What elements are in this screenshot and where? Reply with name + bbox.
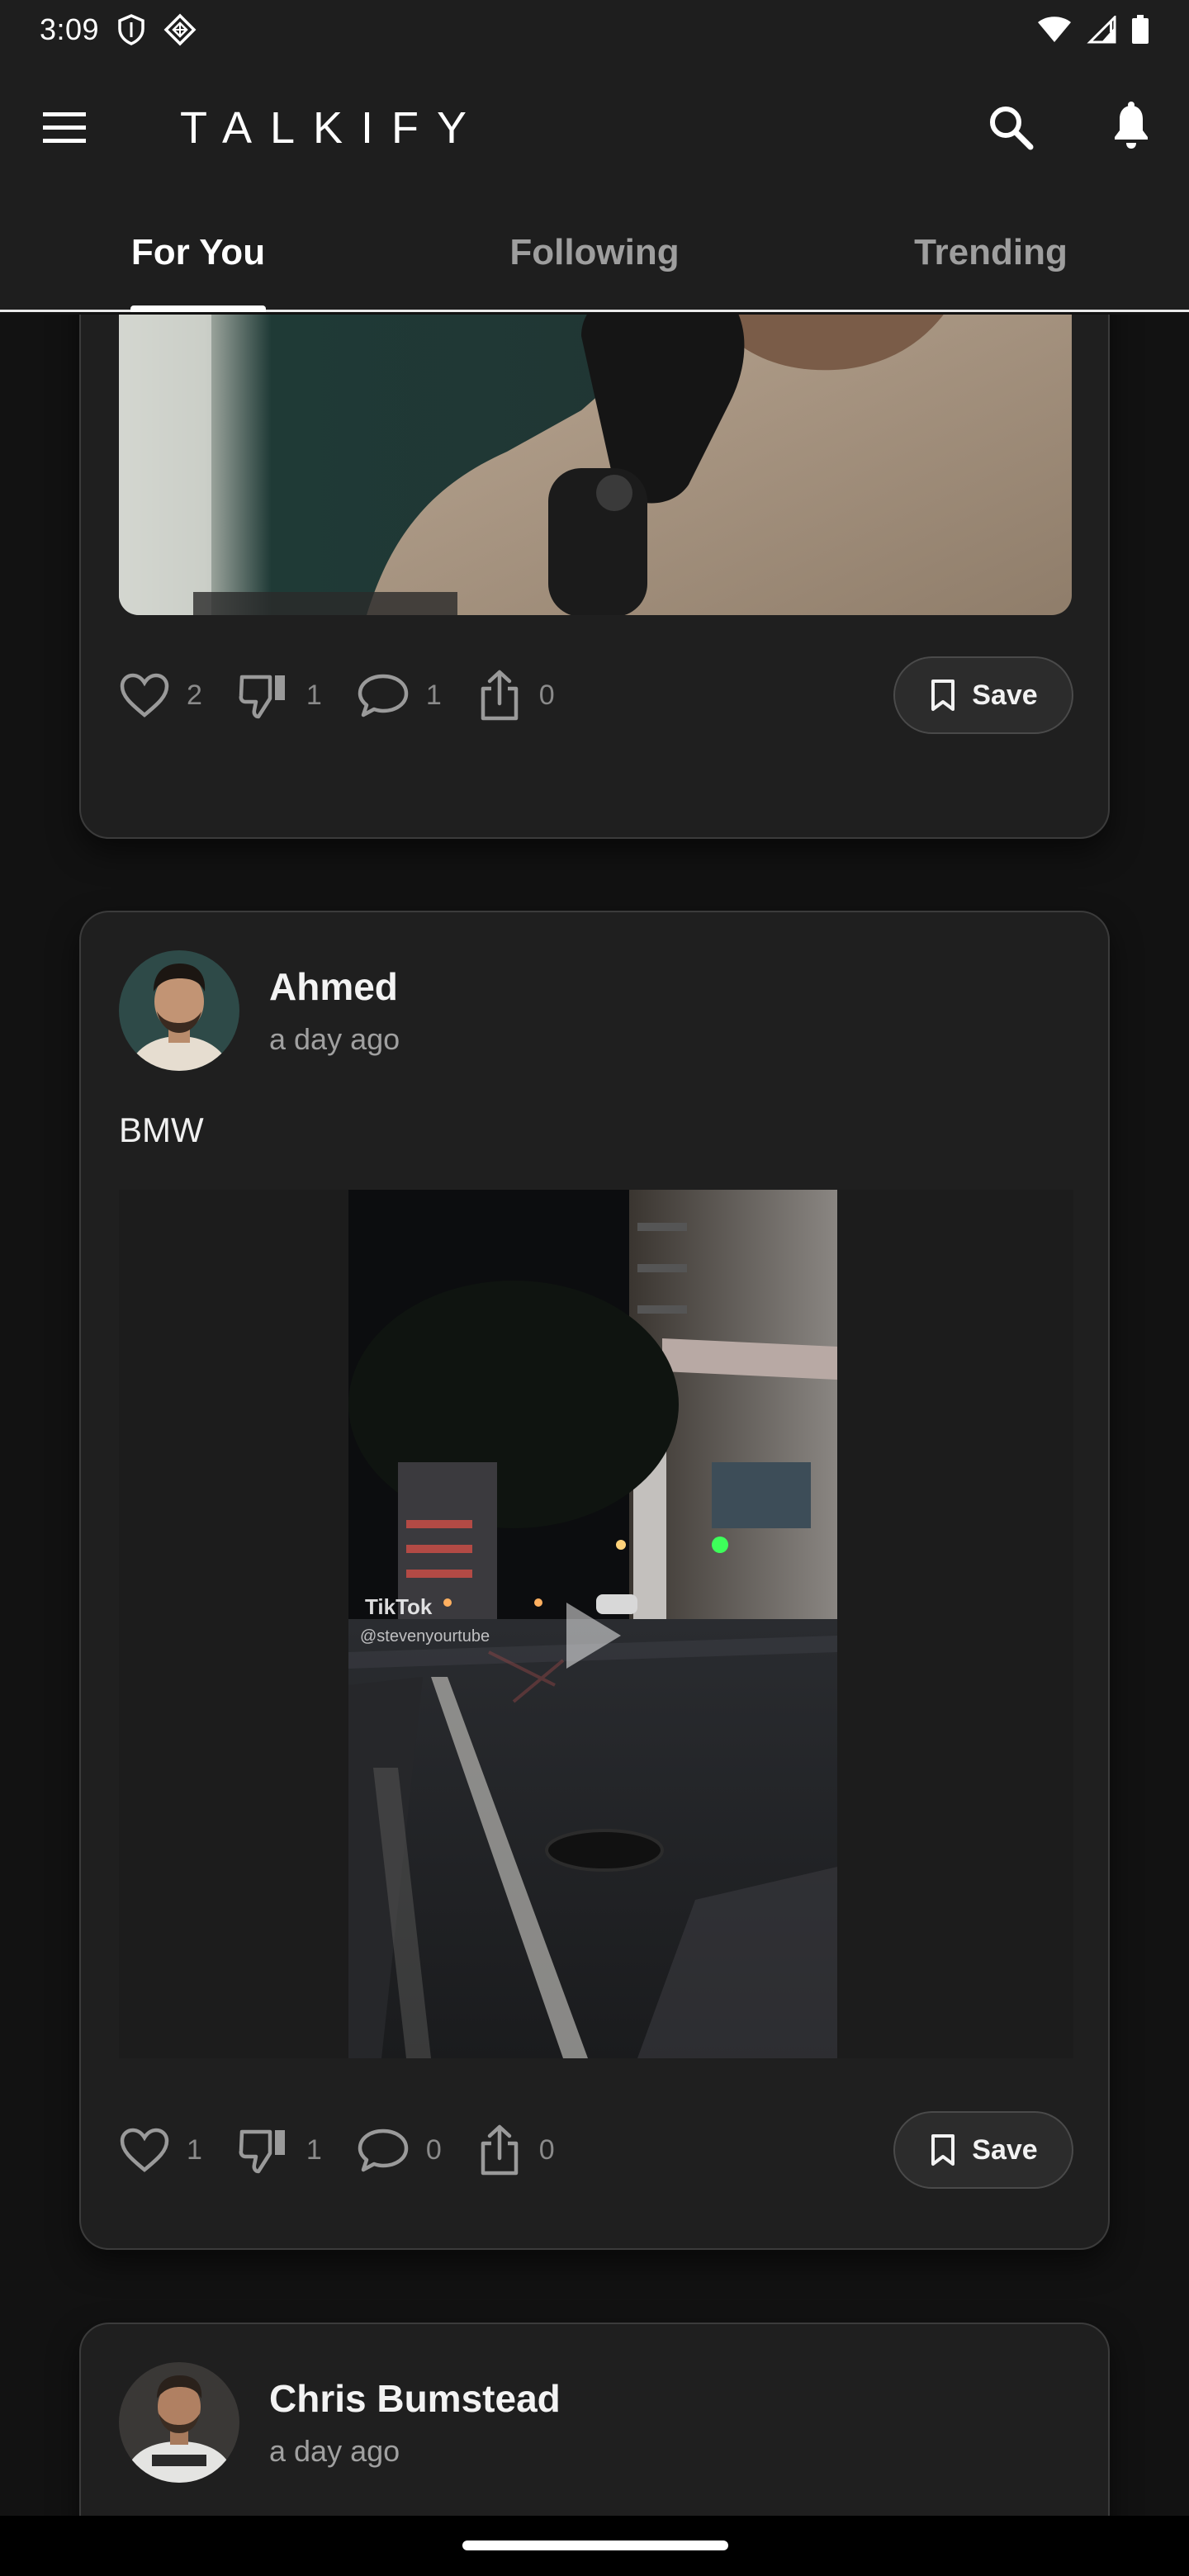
feed-tabs: For You Following Trending: [0, 195, 1189, 312]
share-icon: [481, 2124, 519, 2176]
like-button[interactable]: 1: [119, 2127, 202, 2173]
save-label: Save: [972, 2133, 1038, 2166]
play-icon: [566, 1603, 621, 1669]
home-gesture-handle[interactable]: [462, 2540, 728, 2550]
save-button[interactable]: Save: [893, 656, 1073, 734]
like-count: 1: [187, 2133, 202, 2166]
post-actions: 1 1 0 0 Save: [119, 2111, 1073, 2189]
wifi-icon: [1037, 16, 1072, 44]
tab-active-indicator: [130, 305, 266, 312]
tab-following[interactable]: Following: [396, 195, 793, 310]
post-text: BMW: [119, 1110, 204, 1149]
battery-icon: [1131, 15, 1149, 45]
app-title: TALKIFY: [180, 103, 486, 153]
comment-count: 0: [425, 2133, 442, 2166]
share-button[interactable]: 0: [476, 669, 555, 722]
post-card: 2 1 1 0 Save: [79, 315, 1110, 839]
avatar-image: [119, 950, 239, 1071]
shield-icon: [117, 14, 145, 45]
tab-trending-label: Trending: [914, 231, 1068, 272]
share-button[interactable]: 0: [476, 2124, 555, 2176]
play-button[interactable]: [555, 1594, 629, 1677]
like-button[interactable]: 2: [119, 672, 202, 718]
save-button[interactable]: Save: [893, 2111, 1073, 2189]
save-label: Save: [972, 679, 1038, 711]
status-left: 3:09: [40, 12, 197, 47]
post-card: Chris Bumstead a day ago: [79, 2323, 1110, 2516]
post-card: Ahmed a day ago BMW TikTok @stevenyourtu…: [79, 911, 1110, 2250]
tab-trending[interactable]: Trending: [793, 195, 1189, 310]
search-button[interactable]: [981, 97, 1040, 157]
post-time: a day ago: [269, 2434, 400, 2468]
like-count: 2: [187, 679, 202, 711]
avatar[interactable]: [119, 2362, 239, 2483]
dislike-count: 1: [306, 2133, 322, 2166]
signal-icon: [1087, 16, 1116, 44]
status-bar: 3:09: [0, 0, 1189, 59]
feed[interactable]: 2 1 1 0 Save Ahmed a day ago BMW TikTok …: [0, 315, 1189, 2516]
tab-following-label: Following: [509, 231, 680, 272]
comment-button[interactable]: 0: [357, 2126, 442, 2174]
status-time: 3:09: [40, 12, 100, 46]
share-count: 0: [538, 679, 555, 711]
menu-button[interactable]: [40, 107, 92, 149]
comment-count: 1: [425, 679, 442, 711]
thumbs-down-icon: [239, 2129, 285, 2174]
diamond-grid-icon: [163, 13, 197, 46]
post-video-container: TikTok @stevenyourtube: [119, 1190, 1073, 2058]
post-header: Chris Bumstead a day ago: [119, 2362, 561, 2483]
status-right: [1037, 15, 1149, 45]
comment-button[interactable]: 1: [357, 671, 442, 719]
post-header: Ahmed a day ago: [119, 950, 400, 1071]
bell-icon: [1115, 102, 1148, 149]
tiktok-handle: @stevenyourtube: [360, 1627, 490, 1646]
dislike-count: 1: [306, 679, 322, 711]
bookmark-icon: [931, 2134, 955, 2166]
dislike-button[interactable]: 1: [237, 670, 322, 720]
comment-icon: [358, 674, 409, 717]
app-bar: TALKIFY: [0, 59, 1189, 195]
search-icon: [990, 107, 1034, 150]
author-info: Ahmed a day ago: [269, 964, 400, 1057]
thumbs-down-icon: [239, 675, 285, 719]
author-name[interactable]: Ahmed: [269, 964, 400, 1009]
bookmark-icon: [931, 680, 955, 711]
post-time: a day ago: [269, 1022, 400, 1056]
author-name[interactable]: Chris Bumstead: [269, 2376, 561, 2421]
tiktok-watermark: TikTok: [365, 1594, 433, 1619]
avatar[interactable]: [119, 950, 239, 1071]
tab-for-you-label: For You: [130, 231, 266, 272]
avatar-image: [119, 2362, 239, 2483]
system-navigation-bar: [0, 2516, 1189, 2576]
menu-icon: [43, 112, 86, 143]
app-root: 3:09 TALKIFY For You Following Trending …: [0, 0, 1189, 2576]
share-icon: [481, 670, 519, 721]
podcast-image: [119, 315, 1072, 615]
heart-icon: [120, 673, 169, 717]
post-image[interactable]: [119, 315, 1072, 615]
author-info: Chris Bumstead a day ago: [269, 2376, 561, 2469]
notifications-button[interactable]: [1101, 97, 1161, 157]
post-actions: 2 1 1 0 Save: [119, 656, 1073, 734]
tab-for-you[interactable]: For You: [0, 195, 396, 312]
share-count: 0: [538, 2133, 555, 2166]
dislike-button[interactable]: 1: [237, 2125, 322, 2175]
heart-icon: [120, 2128, 169, 2172]
post-video[interactable]: TikTok @stevenyourtube: [348, 1190, 837, 2058]
comment-icon: [358, 2129, 409, 2172]
